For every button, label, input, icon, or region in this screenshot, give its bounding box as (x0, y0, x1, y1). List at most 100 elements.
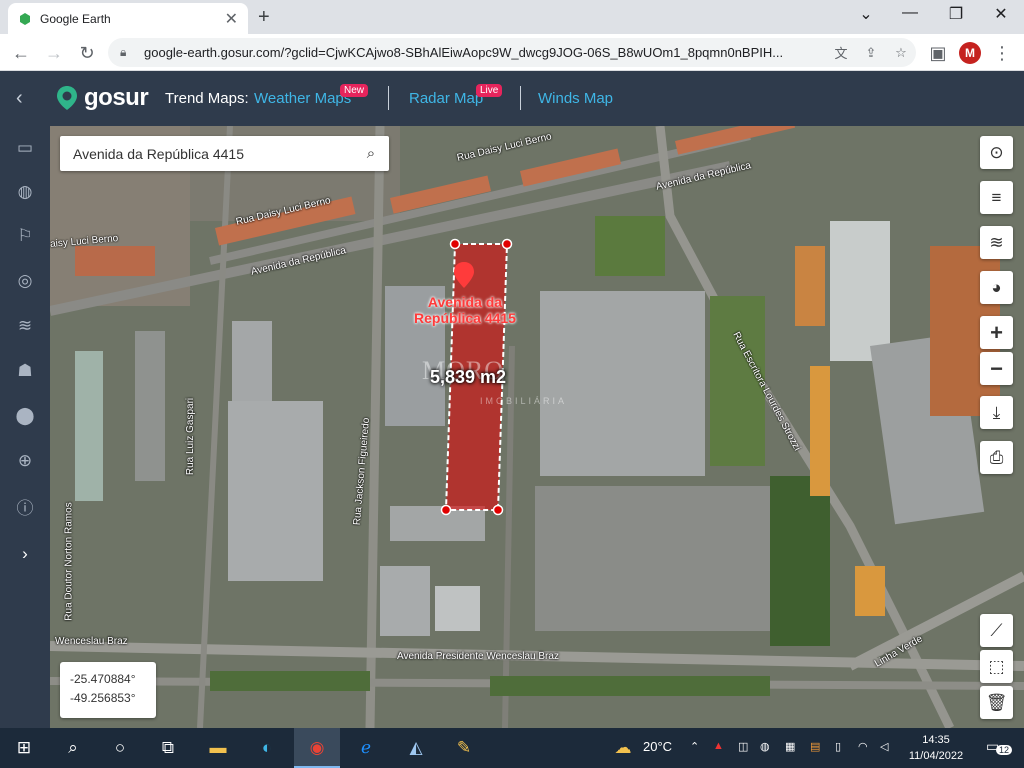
security-tray-icon[interactable]: ▦ (785, 740, 795, 753)
windows-start-icon[interactable]: ⊞ (11, 736, 37, 760)
back-icon[interactable]: ← (9, 41, 33, 65)
file-explorer-icon[interactable]: ▬ (205, 736, 231, 760)
my-location-icon[interactable]: ⊙ (980, 136, 1013, 169)
info-icon[interactable]: ⓘ (13, 494, 37, 518)
new-badge: New (340, 84, 369, 97)
address-bar[interactable]: 🔒︎ google-earth.gosur.com/?gclid=CjwKCAj… (108, 38, 916, 67)
edge-icon[interactable]: ◐ (254, 736, 280, 760)
tray-chevron-icon[interactable]: ⌃ (690, 740, 699, 753)
street-label: Avenida Presidente Wenceslau Braz (397, 651, 559, 662)
street-label: Rua Doutor Norton Ramos (63, 502, 75, 621)
latitude-value: -25.470884° (70, 672, 136, 686)
measure-line-icon[interactable]: ⟋ (980, 614, 1013, 647)
zoom-out-icon[interactable]: − (980, 352, 1013, 385)
menu-kebab-icon[interactable]: ⋮ (990, 41, 1014, 65)
internet-explorer-icon[interactable]: ℯ (353, 736, 379, 760)
map-icon[interactable]: ▭ (13, 136, 37, 160)
acrobat-tray-icon[interactable]: ▲ (713, 740, 724, 752)
share-icon[interactable]: ⇪ (856, 45, 886, 61)
paint-icon[interactable]: ✎ (451, 736, 477, 760)
volume-icon[interactable]: ◁ (880, 740, 888, 753)
map-search-box: ⌕ (60, 136, 389, 171)
radar-map-link[interactable]: Radar Map (409, 90, 483, 107)
signpost-icon[interactable]: ⚐ (13, 224, 37, 248)
forward-icon[interactable]: → (42, 41, 66, 65)
wind-icon[interactable]: ≋ (13, 314, 37, 338)
notification-count: 12 (996, 745, 1013, 755)
street-label: Wenceslau Braz (55, 636, 128, 647)
browser-toolbar: ← → ↻ 🔒︎ google-earth.gosur.com/?gclid=C… (0, 34, 1024, 71)
collapse-chevron-icon[interactable]: ‹ (16, 87, 23, 110)
zoom-in-icon[interactable]: + (980, 316, 1013, 349)
winds-map-link[interactable]: Winds Map (538, 90, 613, 107)
new-tab-icon[interactable]: + (258, 6, 270, 29)
task-view-icon[interactable]: ⧉ (155, 736, 181, 760)
parcel-title-line2: República 4415 (414, 310, 516, 326)
minimize-icon[interactable]: — (895, 4, 925, 22)
brand-name: gosur (84, 84, 149, 111)
google-earth-favicon-icon (20, 12, 30, 25)
satellite-map[interactable]: Rua Daisy Luci Berno Rua Daisy Luci Bern… (50, 126, 1024, 728)
app-icon[interactable]: ◭ (403, 736, 429, 760)
app-tray-icon[interactable]: ▤ (810, 740, 820, 753)
tab-search-chevron-icon[interactable]: ⌄ (851, 4, 881, 24)
parcel-title-line1: Avenida da (427, 294, 503, 310)
compass-icon[interactable]: ◎ (13, 269, 37, 293)
weather-maps-link[interactable]: Weather Maps (254, 90, 351, 107)
tab-title: Google Earth (40, 11, 111, 26)
print-icon[interactable]: ⎙ (980, 441, 1013, 474)
weather-temperature: 20°C (643, 739, 673, 754)
location-pin-icon[interactable]: ⬤ (13, 404, 37, 428)
live-badge: Live (476, 84, 503, 97)
browser-tab[interactable]: Google Earth ✕ (8, 3, 248, 34)
chat-tray-icon[interactable]: ◍ (760, 740, 770, 753)
parcel-title: Avenida da República 4415 (400, 294, 530, 326)
chrome-icon[interactable]: ◉ (304, 736, 330, 760)
side-panel-icon[interactable]: ▣ (926, 41, 950, 65)
browser-tab-strip: Google Earth ✕ + ⌄ — ❐ ✕ (0, 0, 1024, 34)
weather-icon[interactable]: ☁ (610, 736, 636, 760)
world-icon[interactable]: ⊕ (13, 449, 37, 473)
expand-chevron-icon[interactable]: › (13, 542, 37, 566)
site-header: ‹ gosur Trend Maps: Weather Maps New Rad… (0, 71, 1024, 126)
translate-icon[interactable]: 文 (826, 43, 856, 62)
url-text: google-earth.gosur.com/?gclid=CjwKCAjwo8… (144, 45, 784, 60)
lock-icon[interactable]: 🔒︎ (120, 45, 134, 60)
gosur-logo[interactable]: gosur (56, 84, 149, 112)
bookmark-star-icon[interactable]: ☆ (886, 45, 916, 61)
system-clock[interactable]: 14:35 11/04/2022 (906, 732, 966, 764)
globe-icon[interactable]: ◍ (13, 180, 37, 204)
street-label: Rua Luiz Gaspari (185, 397, 197, 476)
traffic-icon[interactable]: ☗ (13, 359, 37, 383)
map-search-input[interactable] (73, 145, 353, 162)
watermark-subtitle: IMOBILIÁRIA (480, 396, 568, 406)
trend-maps-label: Trend Maps: (165, 90, 249, 107)
search-icon[interactable]: ⌕ (353, 145, 389, 162)
location-pin-logo-icon (57, 86, 77, 110)
close-tab-icon[interactable]: ✕ (225, 9, 238, 29)
download-icon[interactable]: ⤓ (980, 396, 1013, 429)
nav-divider (520, 86, 521, 110)
clock-date: 11/04/2022 (908, 750, 964, 762)
camera-tray-icon[interactable]: ◫ (738, 740, 748, 753)
wind-layer-icon[interactable]: ≋ (980, 226, 1013, 259)
battery-tray-icon[interactable]: ▯ (835, 740, 841, 753)
trash-icon[interactable]: 🗑︎ (980, 686, 1013, 719)
close-window-icon[interactable]: ✕ (986, 4, 1016, 24)
nav-divider (388, 86, 389, 110)
left-sidebar: ▭ ◍ ⚐ ◎ ≋ ☗ ⬤ ⊕ ⓘ › (0, 126, 50, 728)
clock-time: 14:35 (922, 734, 950, 746)
cortana-icon[interactable]: ○ (107, 736, 133, 760)
wifi-icon[interactable]: ◠ (858, 740, 868, 753)
restore-icon[interactable]: ❐ (941, 4, 971, 24)
layers-icon[interactable]: ≡ (980, 181, 1013, 214)
longitude-value: -49.256853° (70, 691, 136, 705)
parcel-area-label: 5,839 m2 (430, 367, 507, 387)
search-icon[interactable]: ⌕ (60, 736, 86, 760)
windows-taskbar: ⊞ ⌕ ○ ⧉ ▬ ◐ ◉ ℯ ◭ ✎ ☁ 20°C ⌃ ▲ ◫ ◍ ▦ ▤ ▯… (0, 728, 1024, 768)
draw-polygon-icon[interactable]: ⬚ (980, 650, 1013, 683)
coordinates-readout: -25.470884° -49.256853° (60, 662, 156, 718)
globe-view-icon[interactable]: ◕ (980, 271, 1013, 304)
reload-icon[interactable]: ↻ (75, 41, 99, 65)
profile-avatar[interactable]: M (959, 42, 981, 64)
